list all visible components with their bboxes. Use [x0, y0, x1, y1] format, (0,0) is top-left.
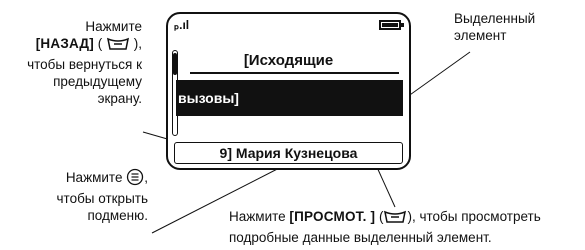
back-callout-key-row: [НАЗАД] ( ),	[0, 35, 142, 56]
title-divider	[190, 72, 399, 74]
menu-callout: Нажмите , чтобы открыть подменю.	[0, 168, 148, 224]
view-callout-prefix: Нажмите	[229, 209, 286, 224]
right-soft-key-icon	[383, 209, 407, 229]
back-callout-line1: Нажмите	[85, 19, 142, 34]
phone-screen: ₚ.ıl [Исходящие вызовы] 9] Мария Кузнецо…	[166, 12, 411, 170]
view-callout-line	[375, 164, 396, 208]
highlighted-item-label: вызовы]	[178, 90, 239, 106]
signal-strength-icon: ₚ.ıl	[174, 18, 190, 32]
menu-callout-line1: Нажмите	[65, 170, 123, 185]
selected-callout: Выделенный элемент	[454, 10, 579, 44]
menu-key-icon	[126, 168, 144, 190]
view-callout-suffix: , чтобы просмотреть	[411, 209, 541, 224]
menu-callout-key-row: Нажмите ,	[0, 168, 148, 190]
back-key-label: [НАЗАД]	[35, 36, 94, 51]
back-callout-line5: экрану.	[97, 91, 142, 106]
view-callout-key-row: Нажмите [ПРОСМОТ. ] ( ), чтобы просмотре…	[229, 208, 585, 229]
menu-callout-line3: подменю.	[87, 208, 148, 223]
softkey-bar[interactable]: 9] Мария Кузнецова	[174, 142, 403, 164]
view-key-label: [ПРОСМОТ. ]	[289, 209, 376, 224]
view-callout: Нажмите [ПРОСМОТ. ] ( ), чтобы просмотре…	[229, 208, 585, 246]
left-soft-key-icon	[106, 36, 130, 56]
view-callout-line2: подробные данные выделенный элемент.	[229, 230, 492, 245]
screen-title: [Исходящие	[243, 52, 334, 69]
back-callout: Нажмите [НАЗАД] ( ), чтобы вернуться к п…	[0, 18, 142, 107]
back-callout-line4: предыдущему	[53, 74, 142, 89]
highlighted-list-item[interactable]: вызовы]	[176, 80, 403, 116]
softkey-item-label: 9] Мария Кузнецова	[219, 145, 358, 161]
battery-icon	[379, 20, 404, 30]
menu-callout-line2: чтобы открыть	[56, 191, 149, 206]
selected-callout-line1: Выделенный	[454, 11, 536, 26]
back-callout-line3: чтобы вернуться к	[27, 57, 142, 72]
selected-callout-line2: элемент	[454, 28, 507, 43]
